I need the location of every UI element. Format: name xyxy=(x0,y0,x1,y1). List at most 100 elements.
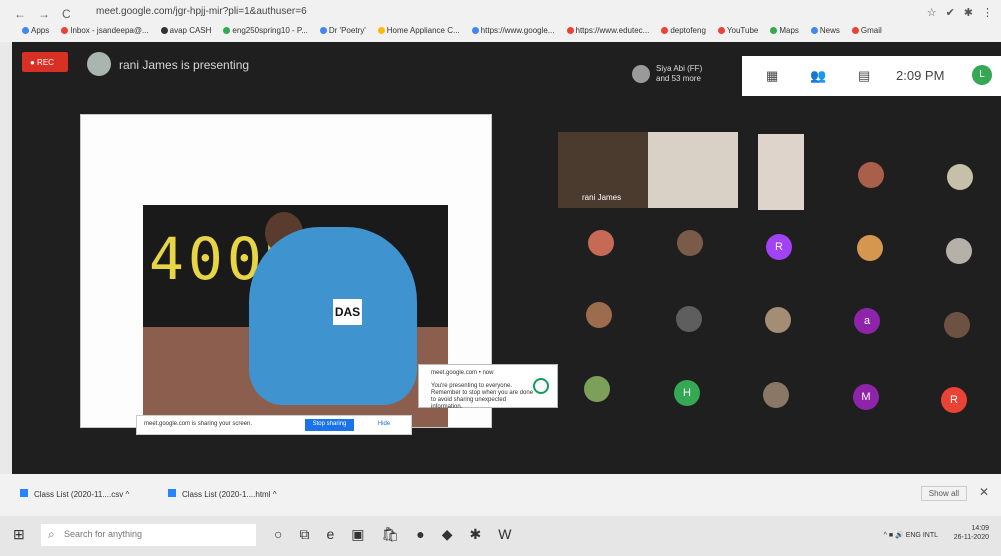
bookmark-gmail[interactable]: Gmail xyxy=(851,26,882,40)
file-explorer-icon[interactable]: ▣ xyxy=(351,526,364,543)
edge-icon[interactable]: e xyxy=(326,526,334,543)
meet-screenshot: ← → C meet.google.com/jgr-hpjj-mir?pli=1… xyxy=(0,0,1001,556)
grid-layout-icon[interactable]: ▦ xyxy=(766,68,778,84)
participant-video-tile[interactable] xyxy=(648,132,738,208)
windows-start-icon[interactable]: ⊞ xyxy=(13,526,25,543)
participant-avatar[interactable]: H xyxy=(674,380,700,406)
site-icon xyxy=(377,27,385,34)
participant-video-tile[interactable] xyxy=(758,134,804,210)
notification-body: You're presenting to everyone. Remember … xyxy=(431,383,534,410)
bookmark-star-icon[interactable]: ☆ xyxy=(927,6,937,19)
back-button-icon[interactable]: ← xyxy=(14,7,26,21)
participant-name-label: rani James xyxy=(582,193,622,202)
screen-share-bar: meet.google.com is sharing your screen. … xyxy=(136,415,412,435)
participant-avatar[interactable] xyxy=(677,230,703,256)
participant-avatar[interactable]: R xyxy=(766,234,792,260)
bookmark-apps[interactable]: Apps xyxy=(22,26,49,40)
app-icon[interactable]: ◆ xyxy=(442,526,453,543)
downloads-shelf: Class List (2020-11....csv ^ Class List … xyxy=(0,474,1001,516)
forward-button-icon[interactable]: → xyxy=(38,7,50,21)
meeting-controls: ▦ 👥 ▤ 2:09 PM L xyxy=(742,56,1001,96)
presentation-notification: meet.google.com • now You're presenting … xyxy=(418,364,558,410)
athlete-photo: 400M DAS xyxy=(143,205,448,427)
cortana-icon[interactable]: ○ xyxy=(274,526,282,543)
close-icon[interactable]: ✕ xyxy=(979,485,989,499)
stop-sharing-button[interactable]: Stop sharing xyxy=(305,419,354,431)
gmail-icon xyxy=(851,27,859,34)
taskbar-search-input[interactable]: ⌕ Search for anything xyxy=(41,524,256,546)
bookmark-edutec[interactable]: https://www.edutec... xyxy=(566,26,649,40)
windows-taskbar: ⊞ ⌕ Search for anything ○ ⧉ e ▣ 🛍 ● ◆ ✱ … xyxy=(0,516,1001,556)
participant-video-tile[interactable]: rani James xyxy=(558,132,648,208)
bookmark-maps[interactable]: Maps xyxy=(770,26,799,40)
system-clock[interactable]: 14:09 26-11-2020 xyxy=(941,524,989,542)
participant-avatar[interactable] xyxy=(676,306,702,332)
hide-share-bar-button[interactable]: Hide xyxy=(363,419,405,431)
self-avatar[interactable]: L xyxy=(972,65,992,85)
participant-avatar[interactable]: R xyxy=(941,387,967,413)
extension-puzzle-icon[interactable]: ✱ xyxy=(964,6,973,19)
presenter-avatar xyxy=(87,52,111,76)
browser-toolbar: ← → C meet.google.com/jgr-hpjj-mir?pli=1… xyxy=(0,0,1001,42)
chat-icon[interactable]: ▤ xyxy=(858,68,870,84)
participant-avatar[interactable] xyxy=(584,376,610,402)
news-icon xyxy=(810,27,818,34)
clock-time: 14:09 xyxy=(971,525,989,532)
participant-avatar[interactable]: a xyxy=(854,308,880,334)
meeting-time: 2:09 PM xyxy=(896,68,945,83)
browser-menu-icon[interactable]: ⋮ xyxy=(982,6,993,19)
youtube-icon xyxy=(717,27,725,34)
bookmark-inbox[interactable]: Inbox - jsandeepa@... xyxy=(61,26,149,40)
people-icon[interactable]: 👥 xyxy=(810,68,826,84)
address-bar[interactable]: meet.google.com/jgr-hpjj-mir?pli=1&authu… xyxy=(96,6,616,22)
downloaded-file-csv[interactable]: Class List (2020-11....csv ^ xyxy=(20,489,129,499)
participant-avatar[interactable]: M xyxy=(853,384,879,410)
site-icon xyxy=(319,27,327,34)
screen-share-message: meet.google.com is sharing your screen. xyxy=(144,421,253,427)
gmail-icon xyxy=(661,27,669,34)
downloaded-file-html[interactable]: Class List (2020-1....html ^ xyxy=(168,489,276,499)
file-icon xyxy=(168,489,176,497)
participant-avatar[interactable] xyxy=(858,162,884,188)
bookmark-cash[interactable]: avap CASH xyxy=(160,26,211,40)
browser-extension-icons: ☆ ✔ ✱ ⋮ xyxy=(927,6,993,19)
word-icon[interactable]: W xyxy=(498,526,511,543)
bookmark-spring[interactable]: eng250spring10 - P... xyxy=(223,26,308,40)
participant-avatar[interactable] xyxy=(588,230,614,256)
participant-avatar[interactable] xyxy=(586,302,612,328)
race-bib: DAS xyxy=(333,299,362,325)
participant-avatar[interactable] xyxy=(944,312,970,338)
system-tray[interactable]: ^ ■ 🔊 ENG INTL xyxy=(884,531,938,539)
bookmark-google[interactable]: https://www.google... xyxy=(471,26,555,40)
bookmark-home-appliance[interactable]: Home Appliance C... xyxy=(377,26,460,40)
recording-badge: ● REC xyxy=(22,52,68,72)
bookmarks-bar: Apps Inbox - jsandeepa@... avap CASH eng… xyxy=(22,26,982,40)
participant-avatar xyxy=(632,65,650,83)
reload-button-icon[interactable]: C xyxy=(62,7,71,21)
participant-avatar[interactable] xyxy=(946,238,972,264)
bookmark-news[interactable]: News xyxy=(810,26,840,40)
site-icon xyxy=(223,27,231,34)
task-view-icon[interactable]: ⧉ xyxy=(299,526,309,543)
bookmark-poetry[interactable]: Dr 'Poetry' xyxy=(319,26,366,40)
participant-avatar[interactable] xyxy=(765,307,791,333)
google-icon xyxy=(61,27,69,34)
google-icon xyxy=(471,27,479,34)
site-icon xyxy=(566,27,574,34)
participant-avatar[interactable] xyxy=(857,235,883,261)
chrome-icon[interactable]: ● xyxy=(416,526,424,543)
participant-count[interactable]: Siya Abi (FF) and 53 more xyxy=(656,64,702,84)
participant-avatar[interactable] xyxy=(947,164,973,190)
search-placeholder: Search for anything xyxy=(64,529,143,539)
app-icon[interactable]: ✱ xyxy=(470,526,482,543)
store-icon[interactable]: 🛍 xyxy=(382,526,400,543)
participant-avatar[interactable] xyxy=(763,382,789,408)
meet-notification-icon[interactable] xyxy=(533,378,549,394)
extension-check-icon[interactable]: ✔ xyxy=(946,6,955,19)
maps-icon xyxy=(770,27,778,34)
bookmark-youtube[interactable]: YouTube xyxy=(717,26,758,40)
bookmark-deptofeng[interactable]: deptofeng xyxy=(661,26,706,40)
notification-title: meet.google.com • now xyxy=(431,370,494,376)
taskbar-app-icons: ○ ⧉ e ▣ 🛍 ● ◆ ✱ W xyxy=(274,526,511,543)
show-all-downloads-button[interactable]: Show all xyxy=(920,486,967,501)
